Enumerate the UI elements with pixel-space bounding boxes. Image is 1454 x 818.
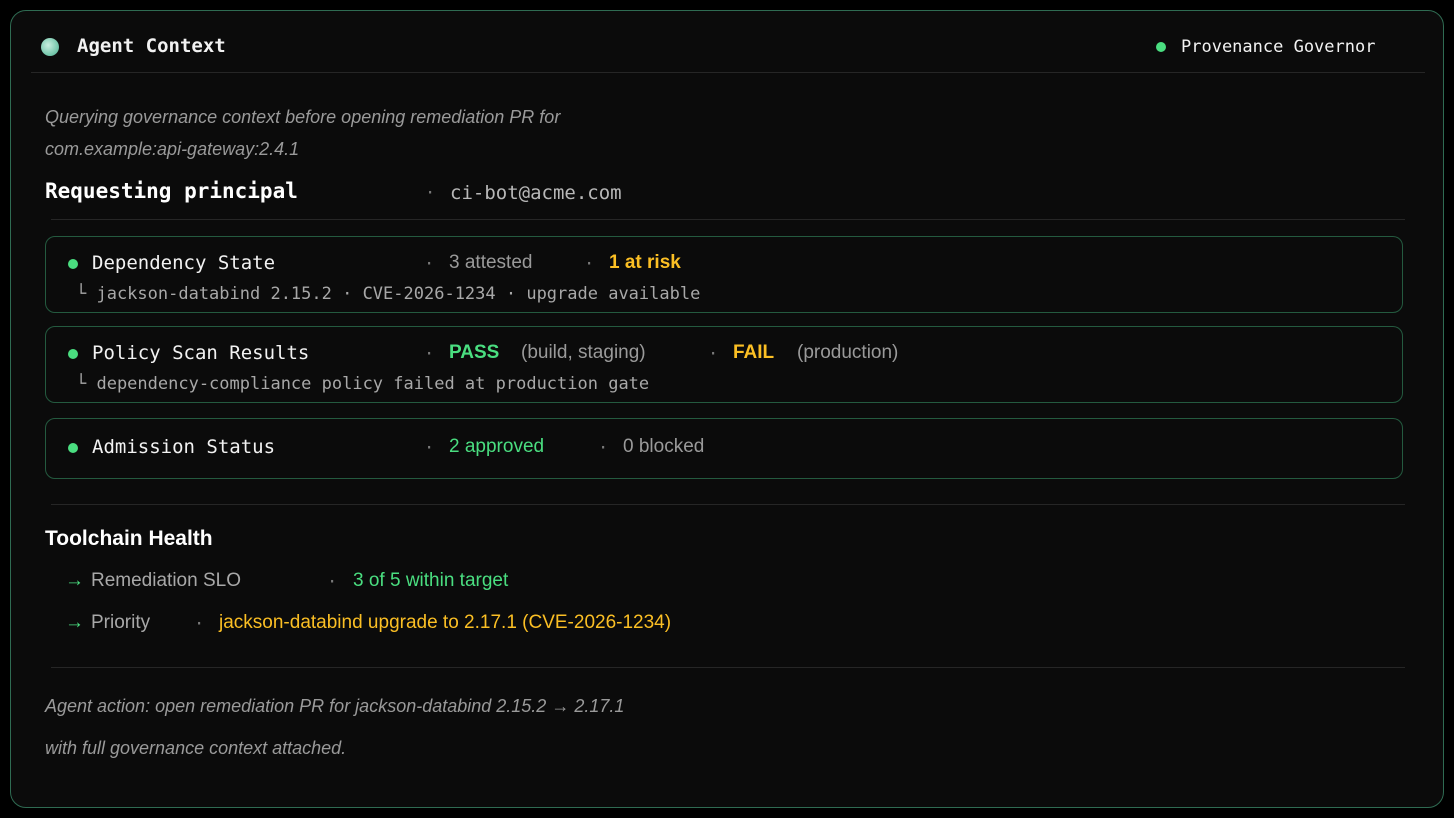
divider [51, 667, 1405, 668]
admission-status-icon [68, 443, 78, 453]
toolchain-health-title: Toolchain Health [45, 527, 213, 550]
arrow-icon: → [65, 570, 84, 591]
separator: · [708, 344, 719, 364]
principal-separator: · [425, 183, 436, 203]
policy-scan-card: Policy Scan Results · PASS (build, stagi… [45, 326, 1403, 403]
agent-action-line-1: Agent action: open remediation PR for ja… [45, 696, 625, 716]
governor-label: Provenance Governor [1181, 37, 1376, 57]
agent-status-icon [41, 38, 59, 56]
panel-title: Agent Context [77, 35, 226, 57]
principal-value: ci-bot@acme.com [450, 182, 622, 204]
separator: · [194, 614, 205, 634]
policy-scan-title: Policy Scan Results [92, 342, 310, 364]
principal-label: Requesting principal [45, 179, 298, 203]
policy-status-icon [68, 349, 78, 359]
admission-status-title: Admission Status [92, 436, 276, 458]
remediation-slo-label: Remediation SLO [91, 570, 241, 591]
pass-label: PASS [449, 342, 500, 363]
dependency-state-card: Dependency State · 3 attested · 1 at ris… [45, 236, 1403, 313]
separator: · [424, 438, 435, 458]
separator: · [584, 254, 595, 274]
priority-value: jackson-databind upgrade to 2.17.1 (CVE-… [219, 612, 672, 633]
arrow-icon: → [65, 612, 84, 633]
intro-line-1: Querying governance context before openi… [45, 107, 561, 127]
divider [51, 219, 1405, 220]
policy-detail: └ dependency-compliance policy failed at… [76, 374, 650, 394]
separator: · [424, 254, 435, 274]
fail-label: FAIL [733, 342, 775, 363]
separator: · [327, 572, 338, 592]
governor-status-icon [1156, 42, 1166, 52]
agent-context-panel: Agent Context Provenance Governor Queryi… [10, 10, 1444, 808]
priority-label: Priority [91, 612, 151, 633]
panel-header: Agent Context Provenance Governor [31, 11, 1425, 73]
blocked-count: 0 blocked [623, 436, 705, 457]
dependency-state-title: Dependency State [92, 252, 276, 274]
attested-count: 3 attested [449, 252, 533, 273]
dependency-detail: └ jackson-databind 2.15.2 · CVE-2026-123… [76, 284, 701, 304]
admission-status-card: Admission Status · 2 approved · 0 blocke… [45, 418, 1403, 479]
separator: · [424, 344, 435, 364]
at-risk-count: 1 at risk [609, 252, 681, 273]
pass-scope: (build, staging) [521, 342, 646, 363]
remediation-slo-value: 3 of 5 within target [353, 570, 509, 591]
dependency-status-icon [68, 259, 78, 269]
intro-text: Querying governance context before openi… [45, 101, 560, 165]
approved-count: 2 approved [449, 436, 545, 457]
divider [51, 504, 1405, 505]
fail-scope: (production) [797, 342, 899, 363]
agent-action-line-2: with full governance context attached. [45, 738, 347, 758]
intro-line-2: com.example:api-gateway:2.4.1 [45, 139, 300, 159]
separator: · [598, 438, 609, 458]
